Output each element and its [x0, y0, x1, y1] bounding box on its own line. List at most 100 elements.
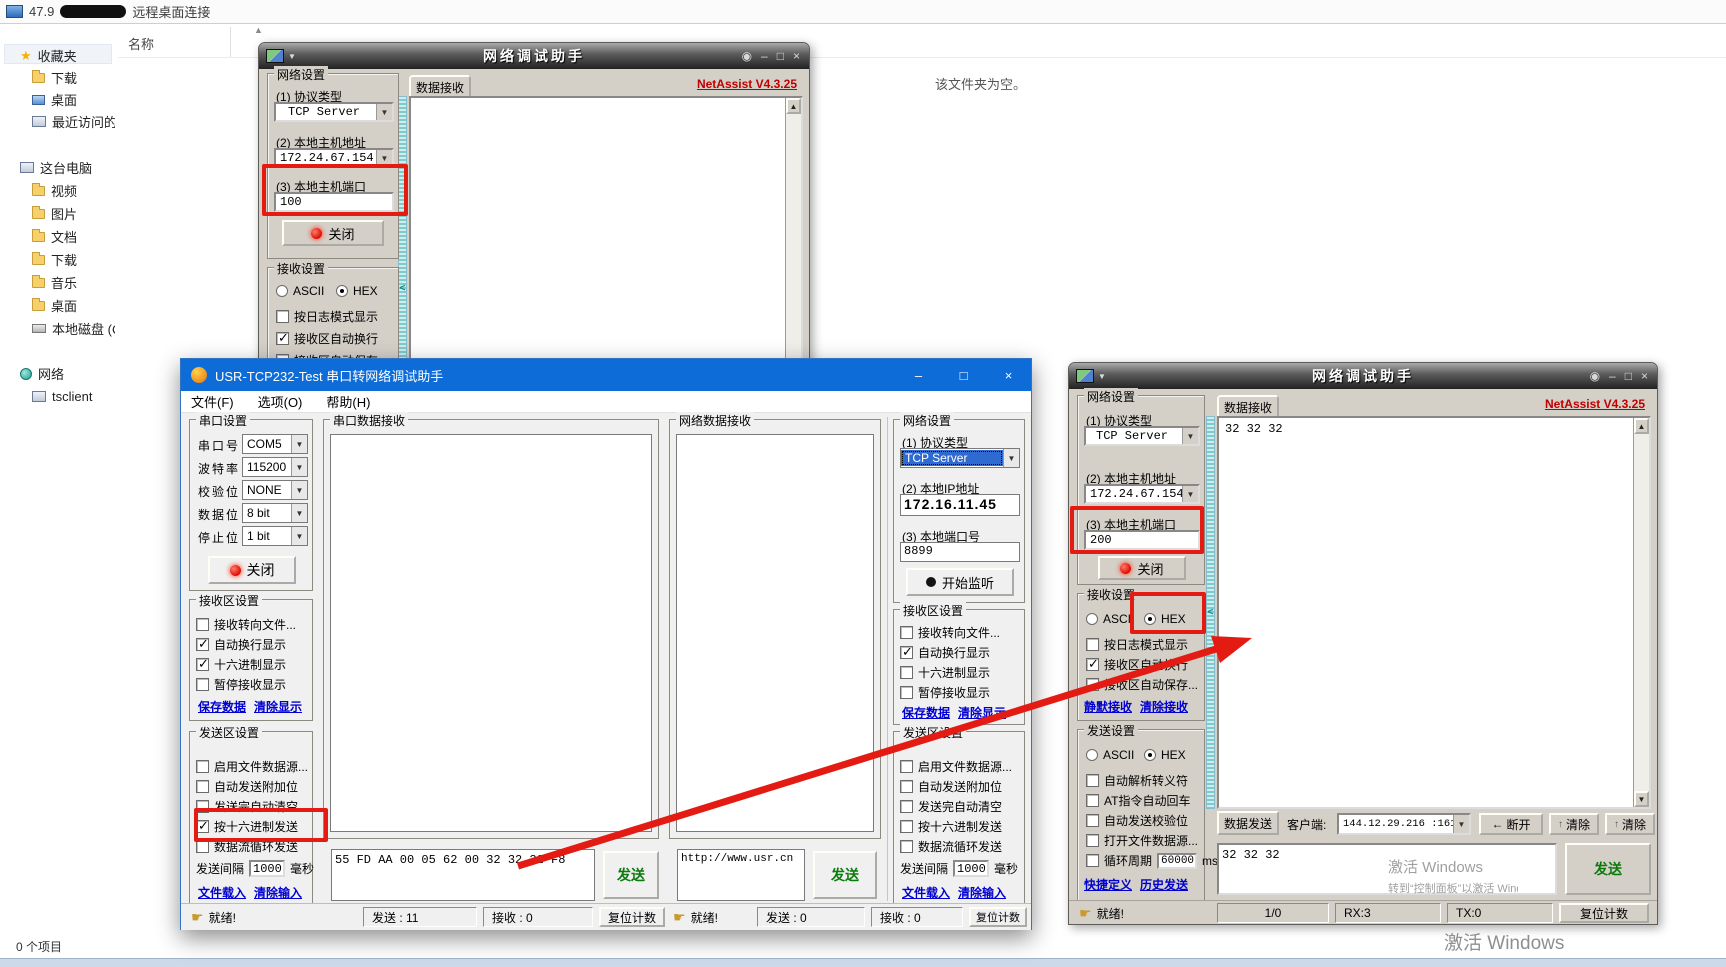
- tree-item-desktop[interactable]: 桌面: [32, 296, 115, 315]
- checkbox-log-mode[interactable]: 按日志模式显示: [276, 308, 378, 325]
- network-send-button[interactable]: 发送: [813, 851, 877, 899]
- checkbox-loop-send[interactable]: 数据流循环发送: [900, 838, 1002, 855]
- checkbox-auto-wrap[interactable]: 自动换行显示: [900, 644, 990, 661]
- checkbox-pause-recv[interactable]: 暂停接收显示: [900, 684, 990, 701]
- maximize-icon[interactable]: □: [1625, 369, 1632, 383]
- shortcut-define-link[interactable]: 快捷定义: [1084, 876, 1132, 893]
- clear-receive-button[interactable]: ↑ 清除: [1605, 813, 1655, 835]
- close-icon[interactable]: ×: [1641, 369, 1648, 383]
- protocol-select[interactable]: TCP Server ▼: [1084, 426, 1200, 446]
- tree-item-pictures[interactable]: 图片: [32, 204, 115, 223]
- scroll-up-icon[interactable]: ▲: [1634, 418, 1649, 434]
- tree-item-downloads-fav[interactable]: 下载: [32, 68, 115, 87]
- serial-close-button[interactable]: 关闭: [208, 556, 296, 584]
- tab-data-receive[interactable]: 数据接收: [1217, 395, 1279, 417]
- checkbox-hex-display[interactable]: 十六进制显示: [900, 664, 990, 681]
- load-file-link[interactable]: 文件载入: [902, 884, 950, 901]
- checkbox-pause-recv[interactable]: 暂停接收显示: [196, 676, 286, 693]
- send-button[interactable]: 发送: [1565, 843, 1651, 895]
- pin-icon[interactable]: ◉: [1590, 369, 1600, 383]
- netassist-version-link[interactable]: NetAssist V4.3.25: [1545, 397, 1645, 411]
- silent-receive-link[interactable]: 静默接收: [1084, 698, 1132, 715]
- checkbox-auto-append[interactable]: 自动发送附加位: [196, 778, 298, 795]
- maximize-icon[interactable]: □: [777, 49, 784, 63]
- tree-item-tsclient[interactable]: tsclient: [32, 387, 115, 406]
- tab-data-send[interactable]: 数据发送: [1217, 811, 1279, 835]
- clear-input-link[interactable]: 清除输入: [958, 884, 1006, 901]
- checkbox-hex-display[interactable]: 十六进制显示: [196, 656, 286, 673]
- title-bar[interactable]: USR-TCP232-Test 串口转网络调试助手 – □ ×: [181, 359, 1031, 391]
- chevron-down-icon[interactable]: ▼: [1003, 449, 1019, 467]
- tree-item-local-disk-c[interactable]: 本地磁盘 (C:): [32, 319, 115, 338]
- clear-send-button[interactable]: ↑ 清除: [1549, 813, 1599, 835]
- chevron-down-icon[interactable]: ▼: [291, 435, 307, 453]
- chevron-down-icon[interactable]: ▼: [291, 504, 307, 522]
- serial-send-input[interactable]: 55 FD AA 00 05 62 00 32 32 32 F8: [331, 849, 595, 901]
- serial-send-button[interactable]: 发送: [603, 851, 659, 899]
- reset-counter-button[interactable]: 复位计数: [599, 907, 665, 927]
- panel-collapse-handle[interactable]: <: [1206, 416, 1215, 809]
- checkbox-send-as-hex[interactable]: 按十六进制发送: [900, 818, 1002, 835]
- checkbox-at-newline[interactable]: AT指令自动回车: [1086, 792, 1190, 809]
- clear-input-link[interactable]: 清除输入: [254, 884, 302, 901]
- save-data-link[interactable]: 保存数据: [902, 704, 950, 721]
- menu-help[interactable]: 帮助(H): [326, 392, 370, 411]
- reset-counter-button[interactable]: 复位计数: [1559, 903, 1649, 923]
- clear-receive-link[interactable]: 清除接收: [1140, 698, 1188, 715]
- chevron-down-icon[interactable]: ▼: [288, 52, 296, 61]
- baud-rate-select[interactable]: 115200 ▼: [242, 457, 308, 477]
- tree-item-recent[interactable]: 最近访问的位置: [32, 112, 115, 131]
- local-port-input[interactable]: 8899: [900, 542, 1020, 562]
- radio-ascii[interactable]: ASCII: [276, 284, 324, 298]
- tree-item-music[interactable]: 音乐: [32, 273, 115, 292]
- checkbox-recv-to-file[interactable]: 接收转向文件...: [196, 616, 296, 633]
- stop-bits-select[interactable]: 1 bit ▼: [242, 526, 308, 546]
- minimize-icon[interactable]: –: [1609, 369, 1616, 383]
- radio-hex[interactable]: HEX: [336, 284, 378, 298]
- com-port-select[interactable]: COM5 ▼: [242, 434, 308, 454]
- clear-display-link[interactable]: 清除显示: [958, 704, 1006, 721]
- checkbox-parse-escape[interactable]: 自动解析转义符: [1086, 772, 1188, 789]
- checkbox-auto-wrap[interactable]: 接收区自动换行: [1086, 656, 1188, 673]
- chevron-down-icon[interactable]: ▼: [376, 104, 392, 120]
- network-receive-area[interactable]: [676, 434, 874, 832]
- history-send-link[interactable]: 历史发送: [1140, 876, 1188, 893]
- client-select[interactable]: 144.12.29.216 :16172 ▼: [1337, 813, 1471, 835]
- disconnect-button[interactable]: ← 断开: [1479, 813, 1543, 835]
- protocol-select[interactable]: TCP Server ▼: [274, 102, 394, 122]
- cycle-period-input[interactable]: 60000: [1157, 853, 1197, 869]
- radio-ascii[interactable]: ASCII: [1086, 612, 1134, 626]
- title-bar[interactable]: ▼ 网络调试助手 ◉ – □ ×: [259, 43, 809, 69]
- chevron-down-icon[interactable]: ▼: [1098, 372, 1106, 381]
- explorer-column-header[interactable]: 名称: [128, 34, 154, 53]
- tree-item-this-pc[interactable]: 这台电脑: [20, 158, 115, 177]
- radio-ascii[interactable]: ASCII: [1086, 748, 1134, 762]
- reset-counter-button[interactable]: 复位计数: [969, 907, 1027, 927]
- checkbox-auto-wrap[interactable]: 自动换行显示: [196, 636, 286, 653]
- tree-item-desktop-fav[interactable]: 桌面: [32, 90, 115, 109]
- netassist-version-link[interactable]: NetAssist V4.3.25: [697, 77, 797, 91]
- close-icon[interactable]: ×: [986, 359, 1031, 391]
- save-data-link[interactable]: 保存数据: [198, 698, 246, 715]
- local-ip-input[interactable]: 172.16.11.45: [900, 494, 1020, 516]
- chevron-down-icon[interactable]: ▼: [1182, 428, 1198, 444]
- send-interval-input[interactable]: 1000: [953, 860, 989, 877]
- tree-item-videos[interactable]: 视频: [32, 181, 115, 200]
- menu-file[interactable]: 文件(F): [191, 392, 234, 411]
- serial-receive-area[interactable]: [330, 434, 652, 832]
- checkbox-file-source[interactable]: 打开文件数据源...: [1086, 832, 1198, 849]
- checkbox-clear-after-send[interactable]: 发送完自动清空: [900, 798, 1002, 815]
- tree-item-downloads[interactable]: 下载: [32, 250, 115, 269]
- close-icon[interactable]: ×: [793, 49, 800, 63]
- send-interval-input[interactable]: 1000: [249, 860, 285, 877]
- radio-hex[interactable]: HEX: [1144, 748, 1186, 762]
- minimize-icon[interactable]: –: [896, 359, 941, 391]
- chevron-down-icon[interactable]: ▼: [291, 527, 307, 545]
- menu-options[interactable]: 选项(O): [258, 392, 303, 411]
- chevron-down-icon[interactable]: ▼: [291, 458, 307, 476]
- checkbox-auto-checksum[interactable]: 自动发送校验位: [1086, 812, 1188, 829]
- tab-data-receive[interactable]: 数据接收: [409, 75, 471, 97]
- checkbox-file-source[interactable]: 启用文件数据源...: [196, 758, 308, 775]
- start-listen-button[interactable]: 开始监听: [906, 568, 1014, 596]
- scroll-down-icon[interactable]: ▼: [1634, 791, 1649, 807]
